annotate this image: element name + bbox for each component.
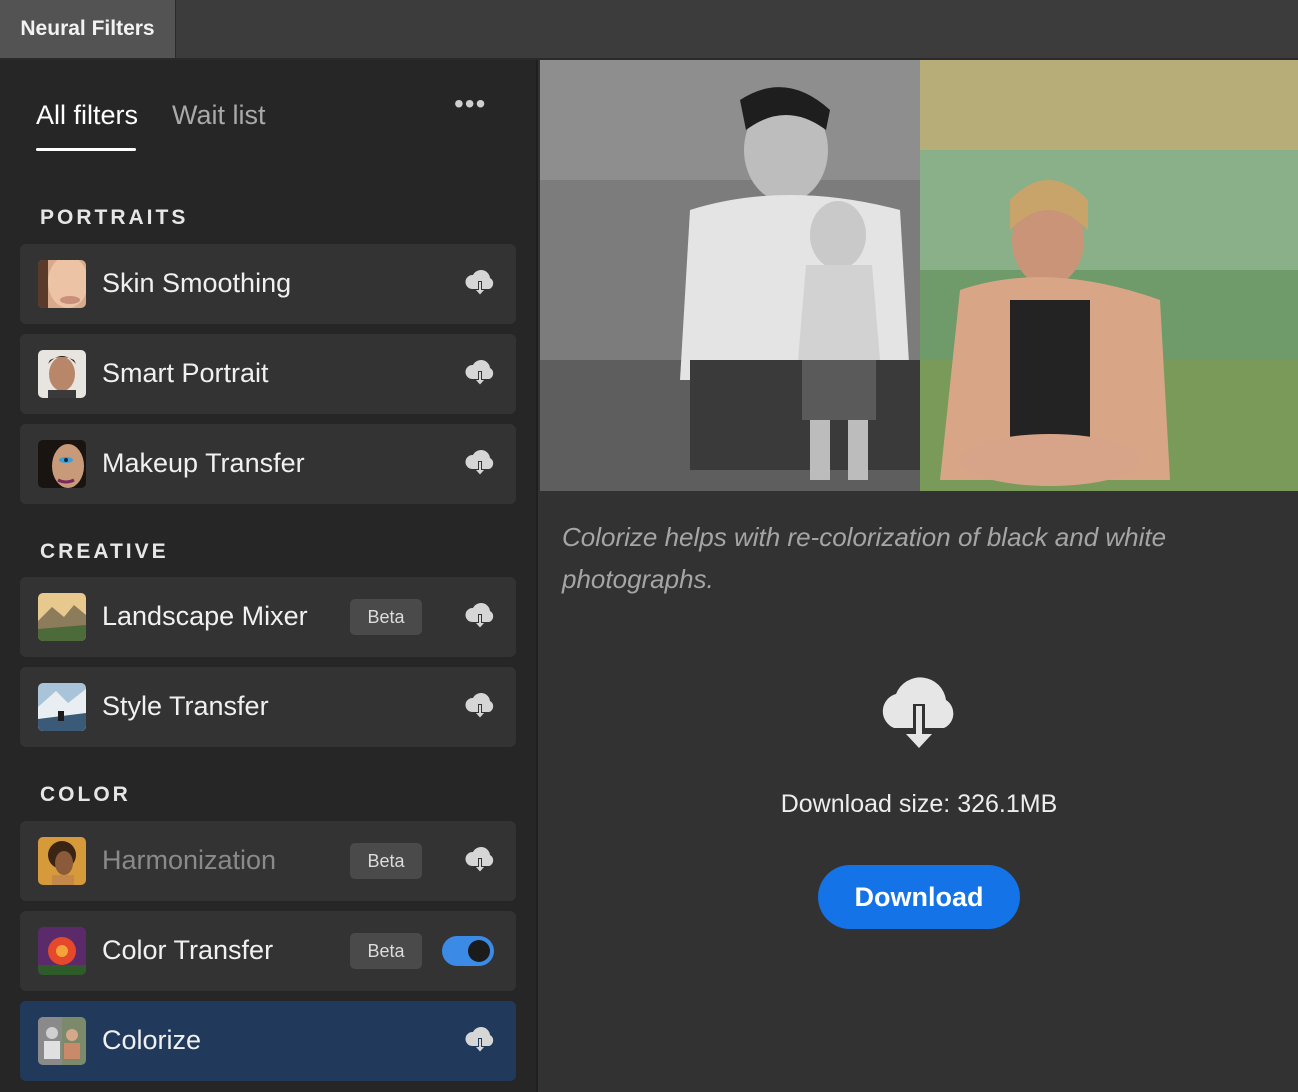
colorize-preview-image <box>540 60 1298 491</box>
filter-landscape-mixer[interactable]: Landscape Mixer Beta <box>20 577 516 657</box>
filter-description: Colorize helps with re-colorization of b… <box>562 522 1167 594</box>
filter-color-transfer[interactable]: Color Transfer Beta <box>20 911 516 991</box>
cloud-download-icon[interactable] <box>464 692 496 722</box>
filter-style-transfer[interactable]: Style Transfer <box>20 667 516 747</box>
cloud-download-icon[interactable] <box>464 846 496 876</box>
filter-label: Landscape Mixer <box>102 601 308 631</box>
toggle-knob <box>468 940 490 962</box>
filter-colorize[interactable]: Colorize <box>20 1001 516 1081</box>
section-portraits: PORTRAITS <box>40 206 189 229</box>
beta-badge: Beta <box>350 599 422 635</box>
color-transfer-toggle[interactable] <box>442 936 494 966</box>
colorize-thumbnail <box>38 1017 86 1065</box>
filter-label: Harmonization <box>102 845 277 875</box>
smart-portrait-thumbnail <box>38 350 86 398</box>
cloud-download-icon[interactable] <box>464 359 496 389</box>
filter-label: Makeup Transfer <box>102 448 305 478</box>
makeup-transfer-thumbnail <box>38 440 86 488</box>
panel-tabbar: Neural Filters <box>0 0 1298 60</box>
filter-label: Color Transfer <box>102 935 274 965</box>
tab-neural-filters[interactable]: Neural Filters <box>0 0 176 58</box>
skin-smoothing-thumbnail <box>38 260 86 308</box>
more-options-icon[interactable]: ••• <box>454 88 486 120</box>
filter-label: Skin Smoothing <box>102 268 292 298</box>
cloud-download-icon[interactable] <box>464 1026 496 1056</box>
filter-label: Style Transfer <box>102 691 269 721</box>
beta-badge: Beta <box>350 933 422 969</box>
filters-sidebar: All filters Wait list ••• PORTRAITS Skin… <box>0 60 538 1092</box>
cloud-download-icon <box>874 672 964 760</box>
download-button[interactable]: Download <box>818 865 1020 929</box>
filter-smart-portrait[interactable]: Smart Portrait <box>20 334 516 414</box>
tab-all-filters[interactable]: All filters <box>36 100 138 131</box>
cloud-download-icon[interactable] <box>464 602 496 632</box>
tab-wait-list[interactable]: Wait list <box>172 100 266 131</box>
filter-label: Smart Portrait <box>102 358 269 388</box>
section-creative: CREATIVE <box>40 540 169 563</box>
filter-label: Colorize <box>102 1025 202 1055</box>
filter-skin-smoothing[interactable]: Skin Smoothing <box>20 244 516 324</box>
cloud-download-icon[interactable] <box>464 449 496 479</box>
active-tab-underline <box>36 148 136 151</box>
filter-harmonization[interactable]: Harmonization Beta <box>20 821 516 901</box>
landscape-mixer-thumbnail <box>38 593 86 641</box>
filter-tabs: All filters Wait list ••• <box>36 88 506 160</box>
harmonization-thumbnail <box>38 837 86 885</box>
color-transfer-thumbnail <box>38 927 86 975</box>
filter-detail-panel: Colorize helps with re-colorization of b… <box>540 60 1298 1092</box>
section-color: COLOR <box>40 783 131 806</box>
beta-badge: Beta <box>350 843 422 879</box>
filter-makeup-transfer[interactable]: Makeup Transfer <box>20 424 516 504</box>
cloud-download-icon[interactable] <box>464 269 496 299</box>
style-transfer-thumbnail <box>38 683 86 731</box>
download-size-text: Download size: 326.1MB <box>780 790 1058 818</box>
